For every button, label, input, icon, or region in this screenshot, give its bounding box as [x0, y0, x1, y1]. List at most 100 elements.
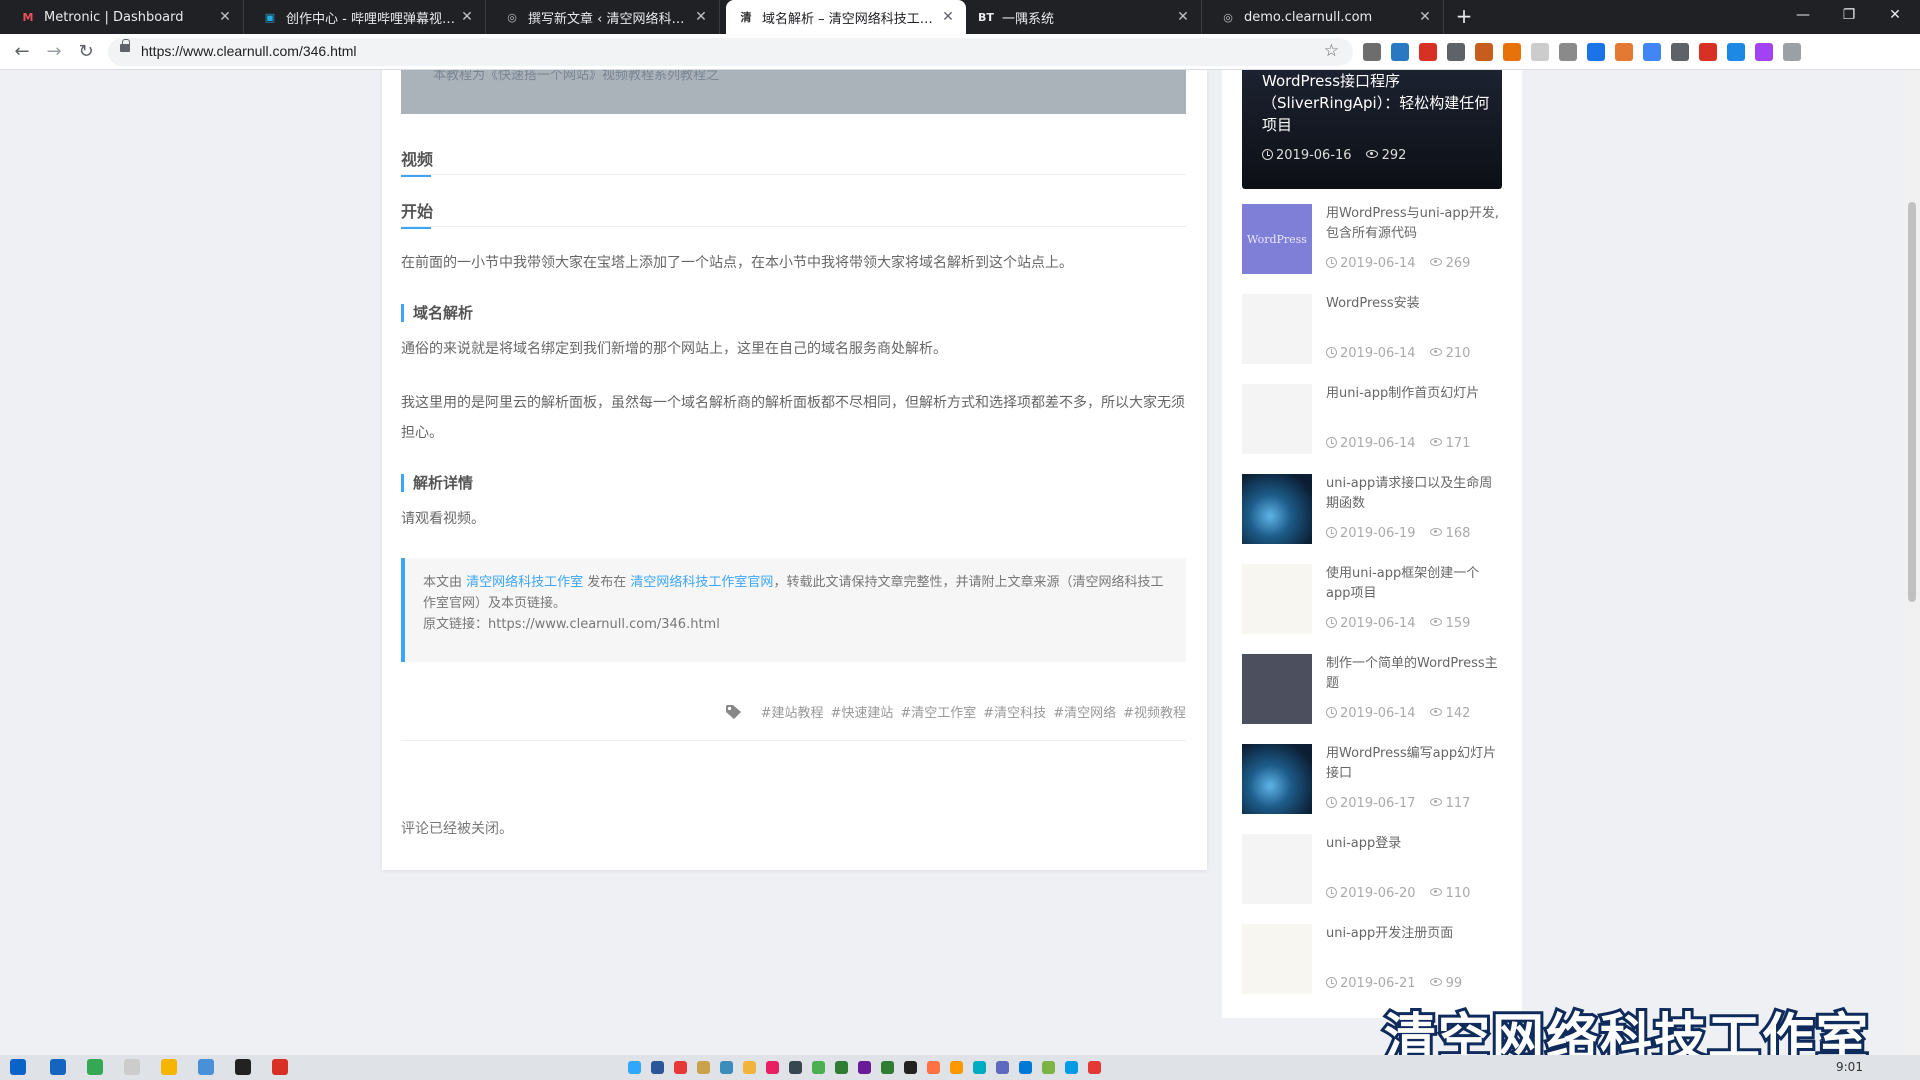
extension-icon[interactable]	[1699, 43, 1717, 61]
tray-app-icon[interactable]	[697, 1061, 710, 1074]
tray-app-icon[interactable]	[651, 1061, 664, 1074]
close-tab-icon[interactable]: ✕	[1417, 9, 1433, 25]
tray-app-icon[interactable]	[674, 1061, 687, 1074]
extension-icon[interactable]	[1587, 43, 1605, 61]
url-text[interactable]: https://www.clearnull.com/346.html	[141, 43, 357, 59]
browser-tab[interactable]: M Metronic | Dashboard ✕	[8, 0, 244, 34]
tray-app-icon[interactable]	[858, 1061, 871, 1074]
post-thumbnail[interactable]	[1242, 474, 1312, 544]
extension-icon[interactable]	[1727, 43, 1745, 61]
post-title[interactable]: uni-app登录	[1326, 834, 1502, 854]
close-tab-icon[interactable]: ✕	[1175, 9, 1191, 25]
taskbar-app-icon[interactable]	[198, 1059, 214, 1075]
close-tab-icon[interactable]: ✕	[459, 9, 475, 25]
tray-app-icon[interactable]	[766, 1061, 779, 1074]
post-thumbnail[interactable]	[1242, 654, 1312, 724]
post-title[interactable]: 制作一个简单的WordPress主题	[1326, 654, 1502, 694]
close-window-button[interactable]: ✕	[1872, 0, 1918, 30]
tray-app-icon[interactable]	[1088, 1061, 1101, 1074]
post-title[interactable]: 使用uni-app框架创建一个app项目	[1326, 564, 1502, 604]
post-thumbnail[interactable]	[1242, 834, 1312, 904]
bookmark-star-icon[interactable]: ☆	[1324, 41, 1339, 61]
taskbar-clock[interactable]: 9:01	[1836, 1060, 1863, 1074]
sidebar-post[interactable]: uni-app请求接口以及生命周期函数 2019-06-19 168	[1242, 474, 1502, 546]
extension-icon[interactable]	[1475, 43, 1493, 61]
post-thumbnail[interactable]	[1242, 744, 1312, 814]
author-link[interactable]: 清空网络科技工作室	[466, 575, 583, 590]
tray-app-icon[interactable]	[950, 1061, 963, 1074]
post-title[interactable]: 用WordPress与uni-app开发,包含所有源代码	[1326, 204, 1502, 244]
close-tab-icon[interactable]: ✕	[940, 9, 956, 25]
tray-app-icon[interactable]	[1042, 1061, 1055, 1074]
tag-link[interactable]: #清空工作室	[900, 706, 976, 721]
tag-link[interactable]: #建站教程	[761, 706, 824, 721]
browser-tab[interactable]: ▣ 创作中心 - 哔哩哔哩弹幕视频网 ✕	[250, 0, 486, 34]
extension-icon[interactable]	[1503, 43, 1521, 61]
close-tab-icon[interactable]: ✕	[217, 9, 233, 25]
browser-tab[interactable]: ◎ demo.clearnull.com ✕	[1208, 0, 1444, 34]
maximize-button[interactable]: ❐	[1826, 0, 1872, 30]
new-tab-button[interactable]: +	[1452, 5, 1476, 29]
extension-icon[interactable]	[1419, 43, 1437, 61]
extension-icon[interactable]	[1447, 43, 1465, 61]
tray-app-icon[interactable]	[904, 1061, 917, 1074]
tray-app-icon[interactable]	[927, 1061, 940, 1074]
sidebar-post[interactable]: 制作一个简单的WordPress主题 2019-06-14 142	[1242, 654, 1502, 726]
featured-post-title[interactable]: WordPress接口程序（SliverRingApi）：轻松构建任何项目	[1262, 70, 1492, 136]
taskbar-app-icon[interactable]	[124, 1059, 140, 1075]
sidebar-post[interactable]: 用uni-app制作首页幻灯片 2019-06-14 171	[1242, 384, 1502, 456]
extension-icon[interactable]	[1783, 43, 1801, 61]
tray-app-icon[interactable]	[835, 1061, 848, 1074]
post-thumbnail[interactable]	[1242, 924, 1312, 994]
tag-link[interactable]: #快速建站	[830, 706, 893, 721]
tray-app-icon[interactable]	[743, 1061, 756, 1074]
forward-icon[interactable]: →	[43, 41, 65, 63]
extension-icon[interactable]	[1531, 43, 1549, 61]
tray-app-icon[interactable]	[1019, 1061, 1032, 1074]
tag-link[interactable]: #视频教程	[1123, 706, 1186, 721]
start-menu-icon[interactable]	[10, 1059, 26, 1075]
post-thumbnail[interactable]	[1242, 294, 1312, 364]
tray-app-icon[interactable]	[720, 1061, 733, 1074]
browser-tab[interactable]: 清域名解析 – 清空网络科技工作室 ✕	[726, 0, 966, 34]
post-thumbnail[interactable]	[1242, 384, 1312, 454]
extension-icon[interactable]	[1391, 43, 1409, 61]
tray-app-icon[interactable]	[996, 1061, 1009, 1074]
address-bar[interactable]: https://www.clearnull.com/346.html ☆	[108, 38, 1353, 66]
reload-icon[interactable]: ↻	[75, 41, 97, 63]
taskbar-app-icon[interactable]	[272, 1059, 288, 1075]
taskbar-app-icon[interactable]	[50, 1059, 66, 1075]
sidebar-post[interactable]: 用WordPress编写app幻灯片接口 2019-06-17 117	[1242, 744, 1502, 816]
browser-tab[interactable]: BT 一隅系统 ✕	[966, 0, 1202, 34]
tray-app-icon[interactable]	[1065, 1061, 1078, 1074]
minimize-button[interactable]: —	[1780, 0, 1826, 30]
post-thumbnail[interactable]	[1242, 564, 1312, 634]
tag-link[interactable]: #清空科技	[983, 706, 1046, 721]
sidebar-post[interactable]: uni-app登录 2019-06-20 110	[1242, 834, 1502, 906]
tray-app-icon[interactable]	[789, 1061, 802, 1074]
sidebar-post[interactable]: WordPress 用WordPress与uni-app开发,包含所有源代码 201…	[1242, 204, 1502, 276]
post-title[interactable]: 用WordPress编写app幻灯片接口	[1326, 744, 1502, 784]
tag-link[interactable]: #清空网络	[1053, 706, 1116, 721]
post-thumbnail[interactable]: WordPress	[1242, 204, 1312, 274]
taskbar-app-icon[interactable]	[161, 1059, 177, 1075]
tray-app-icon[interactable]	[881, 1061, 894, 1074]
featured-post[interactable]: WordPress接口程序（SliverRingApi）：轻松构建任何项目 20…	[1242, 70, 1502, 189]
extension-icon[interactable]	[1755, 43, 1773, 61]
taskbar-app-icon[interactable]	[235, 1059, 251, 1075]
post-title[interactable]: WordPress安装	[1326, 294, 1502, 314]
close-tab-icon[interactable]: ✕	[693, 9, 709, 25]
post-title[interactable]: uni-app请求接口以及生命周期函数	[1326, 474, 1502, 514]
sidebar-post[interactable]: WordPress安装 2019-06-14 210	[1242, 294, 1502, 366]
tray-app-icon[interactable]	[973, 1061, 986, 1074]
sidebar-post[interactable]: uni-app开发注册页面 2019-06-21 99	[1242, 924, 1502, 996]
tray-app-icon[interactable]	[628, 1061, 641, 1074]
taskbar-app-icon[interactable]	[87, 1059, 103, 1075]
scrollbar-thumb[interactable]	[1908, 202, 1916, 602]
extension-icon[interactable]	[1643, 43, 1661, 61]
browser-tab[interactable]: ◎ 撰写新文章 ‹ 清空网络科技工作室✕	[492, 0, 720, 34]
post-title[interactable]: uni-app开发注册页面	[1326, 924, 1502, 944]
extension-icon[interactable]	[1363, 43, 1381, 61]
page-scrollbar[interactable]	[1904, 70, 1920, 1055]
site-link[interactable]: 清空网络科技工作室官网	[630, 575, 773, 590]
